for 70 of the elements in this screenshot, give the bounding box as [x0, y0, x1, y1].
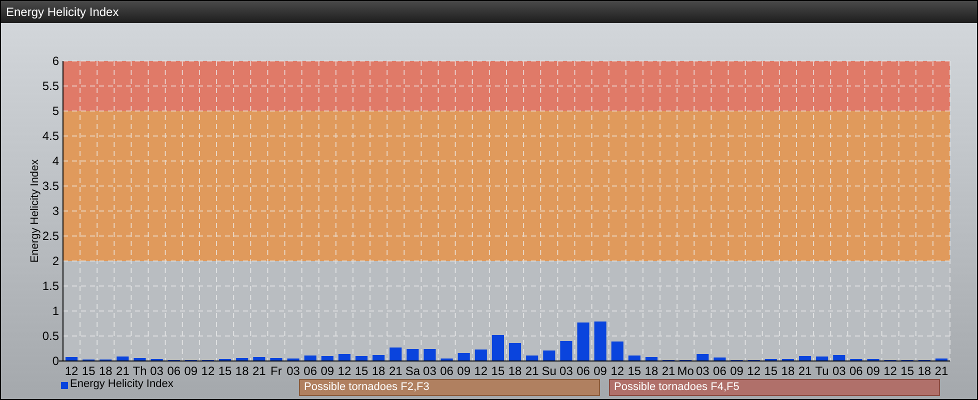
x-tick-label: 18 [918, 364, 932, 375]
x-tick-label: 18 [781, 364, 795, 375]
x-tick-label: 09 [457, 364, 471, 375]
y-axis-title: Energy Helicity Index [29, 159, 41, 263]
x-tick-label: 15 [491, 364, 505, 375]
y-tick-label: 0 [52, 354, 59, 368]
x-tick-label: 09 [184, 364, 198, 375]
x-tick-label: 09 [594, 364, 607, 375]
x-tick-label: 12 [610, 364, 624, 375]
x-tick-label: 03 [150, 364, 164, 375]
y-tick-label: 6 [52, 54, 59, 68]
x-tick-label: 06 [440, 364, 454, 375]
y-tick-label: 5 [52, 104, 59, 118]
x-tick-label: 18 [508, 364, 522, 375]
x-tick-label: 15 [764, 364, 778, 375]
x-tick-label: 18 [372, 364, 386, 375]
x-tick-label: 03 [423, 364, 436, 375]
x-tick-label: 21 [798, 364, 812, 375]
window-title: Energy Helicity Index [1, 1, 977, 23]
x-tick-label: 18 [235, 364, 249, 375]
x-tick-label: 21 [116, 364, 130, 375]
x-tick-label: 21 [252, 364, 266, 375]
x-tick-label: 06 [576, 364, 590, 375]
x-tick-label: 21 [662, 364, 676, 375]
x-tick-label: 09 [730, 364, 744, 375]
x-tick-label: Th [132, 364, 147, 375]
y-tick-label: 3 [52, 204, 59, 218]
x-tick-label: 12 [884, 364, 897, 375]
y-tick-label: 2.5 [42, 229, 59, 243]
x-tick-label: 03 [832, 364, 846, 375]
y-tick-label: 2 [52, 254, 59, 268]
x-tick-label: 03 [286, 364, 300, 375]
x-tick-label: 15 [354, 364, 368, 375]
x-tick-label: 06 [850, 364, 863, 375]
x-tick-label: 12 [338, 364, 352, 375]
x-tick-label: 15 [900, 364, 914, 375]
risk-label: Possible tornadoes F4,F5 [609, 379, 940, 396]
x-tick-label: 15 [218, 364, 232, 375]
x-tick-label: 06 [167, 364, 181, 375]
y-tick-label: 3.5 [42, 179, 59, 193]
x-tick-label: Fr [270, 364, 282, 375]
y-tick-label: 5.5 [42, 79, 59, 93]
y-tick-label: 4 [52, 154, 59, 168]
x-tick-label: 12 [201, 364, 215, 375]
x-tick-label: 03 [696, 364, 710, 375]
x-tick-label: 15 [82, 364, 96, 375]
x-tick-label: Tu [815, 364, 829, 375]
x-tick-label: 12 [747, 364, 761, 375]
legend-label: Energy Helicity Index [70, 377, 174, 392]
x-tick-label: 06 [713, 364, 726, 375]
x-tick-label: Sa [405, 364, 420, 375]
x-tick-label: 18 [644, 364, 658, 375]
x-tick-label: 09 [320, 364, 334, 375]
x-tick-label: 03 [560, 364, 573, 375]
y-tick-label: 1 [52, 304, 59, 318]
x-tick-label: 09 [866, 364, 880, 375]
x-tick-label: 21 [388, 364, 402, 375]
x-tick-label: Mo [677, 364, 694, 375]
y-tick-label: 0.5 [42, 329, 59, 343]
x-tick-label: 21 [934, 364, 948, 375]
x-tick-label: 15 [628, 364, 642, 375]
x-tick-label: 18 [98, 364, 112, 375]
y-tick-label: 1.5 [42, 279, 59, 293]
x-tick-label: 06 [304, 364, 318, 375]
x-tick-label: Su [542, 364, 556, 375]
y-tick-label: 4.5 [42, 129, 59, 143]
risk-label: Possible tornadoes F2,F3 [299, 379, 600, 396]
x-tick-label: 12 [64, 364, 78, 375]
x-tick-label: 21 [525, 364, 539, 375]
x-tick-label: 12 [474, 364, 488, 375]
